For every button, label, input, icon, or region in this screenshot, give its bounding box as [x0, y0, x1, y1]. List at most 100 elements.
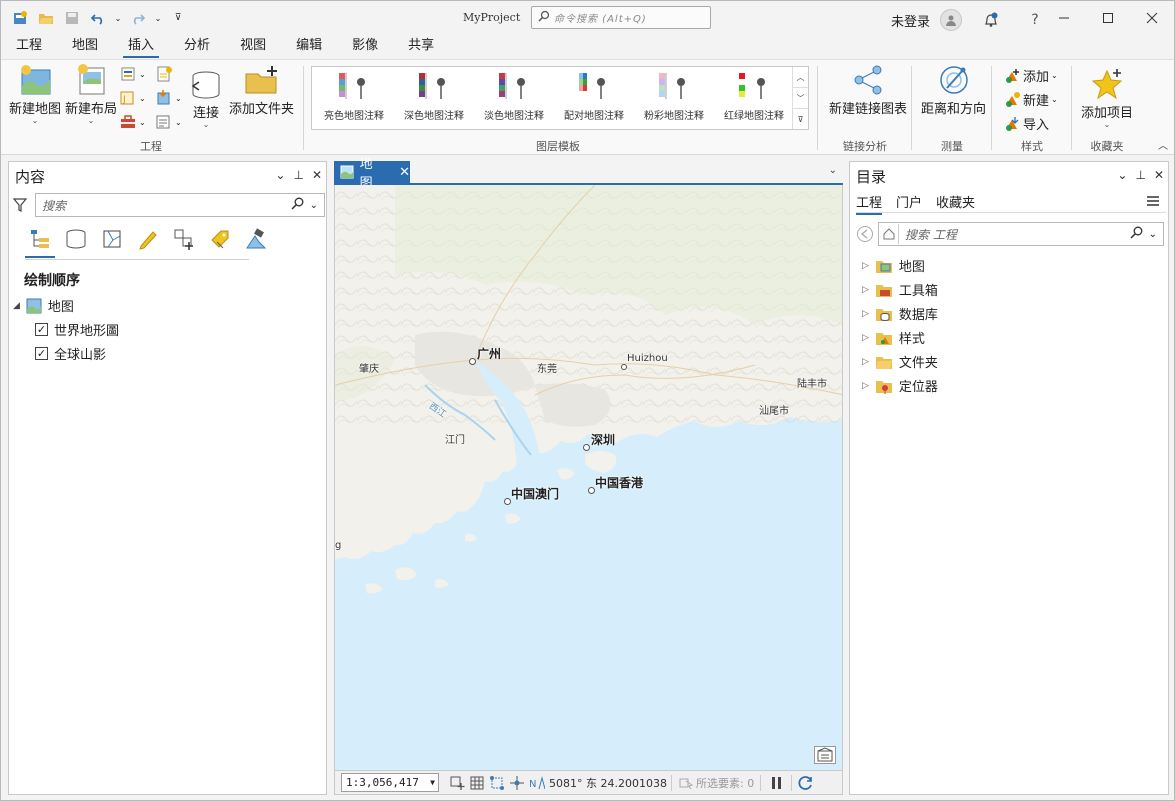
connect-button[interactable]: 连接 ⌄ [189, 70, 223, 129]
new-project-icon[interactable] [9, 8, 31, 28]
map-tree-node[interactable]: ◢ 地图 [13, 296, 74, 315]
new-layout-button[interactable]: 新建布局 ⌄ [65, 64, 117, 125]
gallery-scroll-up-icon[interactable]: ︿ [793, 67, 808, 88]
search-options-dropdown-icon[interactable]: ⌄ [310, 200, 318, 211]
catalog-item-locators[interactable]: ▷ 定位器 [862, 376, 938, 395]
contents-search-input[interactable]: 搜索 ⌄ [35, 193, 325, 217]
connect-dropdown-icon[interactable]: ⌄ [203, 121, 210, 129]
undo-icon[interactable] [87, 8, 109, 28]
catalog-tab-project[interactable]: 工程 [856, 192, 883, 215]
new-layout-dropdown-icon[interactable]: ⌄ [88, 117, 95, 125]
list-by-selection-icon[interactable] [99, 226, 125, 252]
redo-icon[interactable] [127, 8, 149, 28]
add-item-button[interactable]: 添加项目 ⌄ [1081, 68, 1133, 129]
add-folder-button[interactable]: 添加文件夹 [229, 64, 294, 117]
expand-triangle-icon[interactable]: ▷ [862, 309, 869, 319]
auto-hide-pin-icon[interactable]: ⊥ [293, 168, 303, 182]
catalog-item-folders[interactable]: ▷ 文件夹 [862, 352, 938, 371]
new-map-button[interactable]: 新建地图 ⌄ [9, 64, 61, 125]
collapse-ribbon-icon[interactable]: ︿ [1158, 137, 1168, 152]
expand-triangle-icon[interactable]: ▷ [862, 261, 869, 271]
catalog-menu-icon[interactable] [1146, 195, 1160, 210]
north-arrow-icon[interactable]: N [527, 773, 547, 793]
filter-icon[interactable] [12, 198, 28, 215]
add-item-dropdown-icon[interactable]: ⌄ [1104, 121, 1111, 129]
customize-qat-icon[interactable]: ⊽ [167, 8, 189, 28]
new-report-button[interactable]: ⌄ [119, 66, 146, 82]
tab-analysis[interactable]: 分析 [169, 35, 225, 57]
expand-triangle-icon[interactable]: ▷ [862, 333, 869, 343]
layer-template-paired[interactable]: 配对地图注释 [554, 71, 634, 125]
new-link-chart-button[interactable]: 新建链接图表 [829, 64, 907, 117]
list-by-editing-icon[interactable] [135, 226, 161, 252]
save-icon[interactable] [61, 8, 83, 28]
snapping-icon[interactable] [487, 773, 507, 793]
redo-dropdown-icon[interactable]: ⌄ [153, 8, 163, 28]
layer-template-red-green[interactable]: 红绿地图注释 [714, 71, 794, 125]
gallery-scroll-down-icon[interactable]: ﹀ [793, 88, 808, 109]
list-by-drawing-order-icon[interactable] [25, 226, 55, 258]
catalog-item-toolboxes[interactable]: ▷ 工具箱 [862, 280, 938, 299]
expand-triangle-icon[interactable]: ▷ [862, 285, 869, 295]
tab-insert[interactable]: 插入 [113, 35, 169, 58]
new-style-button[interactable]: 新建 ⌄ [1003, 90, 1058, 109]
command-search-input[interactable]: 命令搜索 (Alt+Q) [531, 6, 711, 29]
tab-map[interactable]: 地图 [57, 35, 113, 57]
layer-template-pastel[interactable]: 粉彩地图注释 [634, 71, 714, 125]
import-style-button[interactable]: 导入 [1003, 114, 1049, 133]
auto-hide-pin-icon[interactable]: ⊥ [1135, 168, 1145, 182]
tab-imagery[interactable]: 影像 [337, 35, 393, 57]
search-options-dropdown-icon[interactable]: ⌄ [1149, 229, 1157, 240]
tab-share[interactable]: 共享 [393, 35, 449, 57]
scale-selector[interactable]: 1:3,056,417 ▼ [341, 773, 439, 792]
list-by-perspective-icon[interactable] [243, 226, 269, 252]
refresh-icon[interactable] [796, 773, 816, 793]
scale-dropdown-icon[interactable]: ▼ [430, 778, 435, 787]
expand-triangle-icon[interactable]: ▷ [862, 381, 869, 391]
search-icon[interactable] [1130, 226, 1143, 242]
tab-view[interactable]: 视图 [225, 35, 281, 57]
layer-visibility-checkbox[interactable]: ✓ [35, 347, 48, 360]
notification-bell-icon[interactable] [978, 9, 1004, 31]
close-tab-icon[interactable]: ✕ [399, 165, 410, 180]
grid-icon[interactable] [467, 773, 487, 793]
open-project-icon[interactable] [35, 8, 57, 28]
gallery-expand-icon[interactable]: ⊽ [793, 109, 808, 129]
map-view-tab[interactable]: 地图 ✕ [334, 157, 410, 191]
layer-template-muted[interactable]: 淡色地图注释 [474, 71, 554, 125]
collapse-triangle-icon[interactable]: ◢ [13, 301, 20, 311]
add-document-button[interactable] [155, 66, 173, 82]
list-by-snapping-icon[interactable] [171, 226, 197, 252]
add-style-button[interactable]: 添加 ⌄ [1003, 66, 1058, 85]
catalog-item-maps[interactable]: ▷ 地图 [862, 256, 925, 275]
pane-options-dropdown-icon[interactable]: ⌄ [1117, 168, 1127, 182]
list-by-labeling-icon[interactable] [207, 226, 233, 252]
close-pane-icon[interactable]: ✕ [1154, 168, 1164, 182]
user-avatar-icon[interactable] [940, 9, 963, 31]
pause-drawing-icon[interactable] [767, 773, 787, 793]
close-icon[interactable] [1130, 1, 1174, 35]
catalog-item-styles[interactable]: ▷ 样式 [862, 328, 925, 347]
fixed-zoom-icon[interactable] [447, 773, 467, 793]
new-notebook-button[interactable]: J ⌄ [119, 90, 146, 106]
view-tabs-dropdown-icon[interactable]: ⌄ [829, 165, 837, 176]
map-view[interactable]: 肇庆 广州 东莞 Huizhou 陆丰市 汕尾市 西江 江门 深圳 中国香港 中… [334, 185, 843, 770]
catalog-search-input[interactable]: 搜索 工程 ⌄ [878, 222, 1164, 246]
expand-triangle-icon[interactable]: ▷ [862, 357, 869, 367]
toolbox-button[interactable]: ⌄ [119, 114, 146, 130]
undo-dropdown-icon[interactable]: ⌄ [113, 8, 123, 28]
close-pane-icon[interactable]: ✕ [312, 168, 322, 182]
list-by-source-icon[interactable] [63, 226, 89, 252]
layer-row-hillshade[interactable]: ✓ 全球山影 [35, 344, 106, 363]
new-map-dropdown-icon[interactable]: ⌄ [32, 117, 39, 125]
catalog-tab-portal[interactable]: 门户 [896, 192, 922, 214]
minimize-icon[interactable] [1042, 1, 1086, 35]
task-button[interactable]: ⌄ [155, 114, 182, 130]
distance-direction-button[interactable]: 距离和方向 [921, 64, 986, 117]
back-arrow-icon[interactable] [856, 225, 874, 246]
catalog-tab-favorites[interactable]: 收藏夹 [936, 192, 975, 214]
pane-options-dropdown-icon[interactable]: ⌄ [275, 168, 285, 182]
coordinate-crosshair-icon[interactable] [507, 773, 527, 793]
catalog-item-databases[interactable]: ▷ 数据库 [862, 304, 938, 323]
layer-row-topographic[interactable]: ✓ 世界地形圖 [35, 320, 119, 339]
